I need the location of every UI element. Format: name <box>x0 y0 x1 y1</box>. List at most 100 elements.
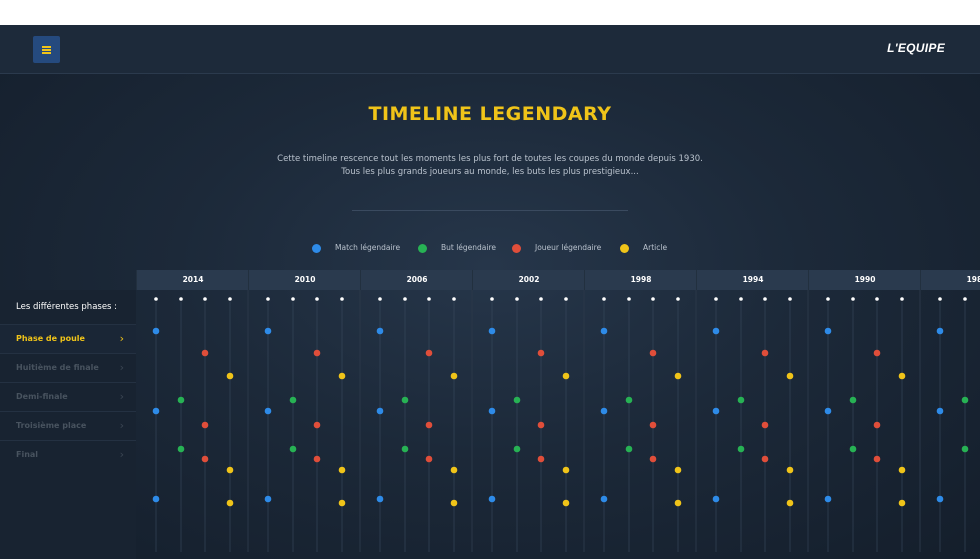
event-dot[interactable] <box>562 372 570 380</box>
app-window: L'EQUIPE TIMELINE LEGENDARY Cette timeli… <box>0 25 980 559</box>
event-dot[interactable] <box>289 396 297 404</box>
event-dot[interactable] <box>674 499 682 507</box>
event-dot[interactable] <box>401 396 409 404</box>
event-dot[interactable] <box>936 407 944 415</box>
event-dot[interactable] <box>625 445 633 453</box>
event-dot[interactable] <box>674 466 682 474</box>
event-dot[interactable] <box>625 396 633 404</box>
track-start-dot <box>564 297 568 301</box>
event-dot[interactable] <box>177 396 185 404</box>
year-column-header[interactable]: 2002 <box>472 270 585 290</box>
year-label: 1994 <box>742 275 764 284</box>
year-column-header[interactable]: 1986 <box>920 270 980 290</box>
event-dot[interactable] <box>786 499 794 507</box>
phase-item-final[interactable]: Final › <box>0 440 136 470</box>
event-dot[interactable] <box>226 466 234 474</box>
event-dot[interactable] <box>513 396 521 404</box>
year-column-header[interactable]: 1998 <box>584 270 697 290</box>
event-dot[interactable] <box>450 372 458 380</box>
event-dot[interactable] <box>786 466 794 474</box>
event-dot[interactable] <box>537 421 545 429</box>
event-dot[interactable] <box>562 466 570 474</box>
event-dot[interactable] <box>488 407 496 415</box>
phase-item-troisieme[interactable]: Troisième place › <box>0 411 136 441</box>
event-dot[interactable] <box>649 455 657 463</box>
event-dot[interactable] <box>177 445 185 453</box>
event-dot[interactable] <box>450 466 458 474</box>
event-dot[interactable] <box>712 495 720 503</box>
event-dot[interactable] <box>600 495 608 503</box>
event-dot[interactable] <box>313 421 321 429</box>
phase-item-huitieme[interactable]: Huitième de finale › <box>0 353 136 383</box>
event-dot[interactable] <box>425 421 433 429</box>
event-dot[interactable] <box>873 421 881 429</box>
event-dot[interactable] <box>401 445 409 453</box>
event-dot[interactable] <box>649 349 657 357</box>
event-dot[interactable] <box>338 372 346 380</box>
event-dot[interactable] <box>961 445 969 453</box>
year-column-header[interactable]: 2006 <box>360 270 473 290</box>
event-dot[interactable] <box>376 327 384 335</box>
event-dot[interactable] <box>313 455 321 463</box>
event-dot[interactable] <box>562 499 570 507</box>
phase-item-poule[interactable]: Phase de poule › <box>0 324 136 354</box>
event-dot[interactable] <box>376 495 384 503</box>
event-dot[interactable] <box>712 327 720 335</box>
event-dot[interactable] <box>450 499 458 507</box>
event-dot[interactable] <box>712 407 720 415</box>
event-dot[interactable] <box>264 407 272 415</box>
event-dot[interactable] <box>674 372 682 380</box>
event-dot[interactable] <box>936 327 944 335</box>
event-dot[interactable] <box>488 495 496 503</box>
event-dot[interactable] <box>201 349 209 357</box>
event-dot[interactable] <box>737 445 745 453</box>
event-dot[interactable] <box>226 372 234 380</box>
brand-logo[interactable]: L'EQUIPE <box>887 41 945 55</box>
event-dot[interactable] <box>376 407 384 415</box>
event-dot[interactable] <box>513 445 521 453</box>
event-dot[interactable] <box>264 327 272 335</box>
event-dot[interactable] <box>201 421 209 429</box>
event-dot[interactable] <box>425 455 433 463</box>
year-column-header[interactable]: 1994 <box>696 270 809 290</box>
year-column-header[interactable]: 2010 <box>248 270 361 290</box>
event-dot[interactable] <box>152 495 160 503</box>
event-dot[interactable] <box>761 455 769 463</box>
event-dot[interactable] <box>761 421 769 429</box>
event-dot[interactable] <box>600 327 608 335</box>
event-dot[interactable] <box>961 396 969 404</box>
event-dot[interactable] <box>737 396 745 404</box>
event-dot[interactable] <box>824 327 832 335</box>
event-dot[interactable] <box>936 495 944 503</box>
event-dot[interactable] <box>338 499 346 507</box>
event-dot[interactable] <box>338 466 346 474</box>
event-dot[interactable] <box>898 372 906 380</box>
year-column-header[interactable]: 2014 <box>136 270 249 290</box>
event-dot[interactable] <box>264 495 272 503</box>
menu-button[interactable] <box>33 36 60 63</box>
event-dot[interactable] <box>849 396 857 404</box>
event-dot[interactable] <box>761 349 769 357</box>
phase-item-demi[interactable]: Demi-finale › <box>0 382 136 412</box>
event-dot[interactable] <box>488 327 496 335</box>
event-dot[interactable] <box>873 349 881 357</box>
event-dot[interactable] <box>201 455 209 463</box>
event-dot[interactable] <box>537 349 545 357</box>
event-dot[interactable] <box>313 349 321 357</box>
event-dot[interactable] <box>898 499 906 507</box>
event-dot[interactable] <box>649 421 657 429</box>
year-column-header[interactable]: 1990 <box>808 270 921 290</box>
event-dot[interactable] <box>152 327 160 335</box>
event-dot[interactable] <box>786 372 794 380</box>
event-dot[interactable] <box>537 455 545 463</box>
event-dot[interactable] <box>849 445 857 453</box>
event-dot[interactable] <box>873 455 881 463</box>
event-dot[interactable] <box>600 407 608 415</box>
event-dot[interactable] <box>824 495 832 503</box>
event-dot[interactable] <box>226 499 234 507</box>
event-dot[interactable] <box>152 407 160 415</box>
event-dot[interactable] <box>824 407 832 415</box>
event-dot[interactable] <box>425 349 433 357</box>
event-dot[interactable] <box>898 466 906 474</box>
event-dot[interactable] <box>289 445 297 453</box>
